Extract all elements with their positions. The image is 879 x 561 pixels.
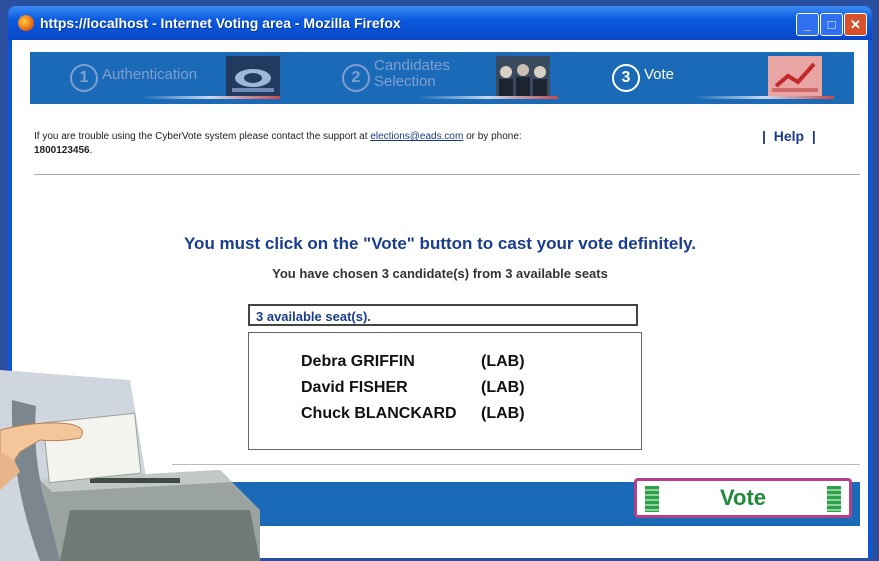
firefox-logo-icon — [18, 15, 34, 31]
help-separator: | — [762, 128, 766, 144]
vote-button[interactable]: Vote — [634, 478, 852, 518]
help-separator: | — [811, 128, 816, 144]
support-email-link[interactable]: elections@eads.com — [370, 131, 463, 142]
title-bar[interactable]: https://localhost - Internet Voting area… — [8, 6, 872, 40]
step-label: Candidates Selection — [374, 57, 450, 90]
help-menu: | Help | — [762, 128, 816, 144]
help-link[interactable]: Help — [774, 128, 804, 144]
vote-button-stripes-icon — [827, 486, 841, 512]
close-button[interactable]: ✕ — [844, 13, 867, 36]
step-label: Vote — [644, 66, 675, 83]
candidate-name: David FISHER — [301, 379, 408, 396]
authentication-thumbnail-icon — [226, 56, 280, 96]
seats-header: 3 available seat(s). — [248, 304, 638, 326]
candidate-party: (LAB) — [481, 405, 525, 422]
step-number: 1 — [70, 64, 98, 92]
window-title: https://localhost - Internet Voting area… — [40, 15, 401, 31]
selection-summary: You have chosen 3 candidate(s) from 3 av… — [272, 266, 608, 281]
ballot-box-illustration — [0, 370, 260, 561]
candidate-party: (LAB) — [481, 379, 525, 396]
minimize-button[interactable]: _ — [796, 13, 819, 36]
candidates-thumbnail-icon — [496, 56, 550, 96]
support-phone: 1800123456 — [34, 145, 90, 156]
step-number: 3 — [612, 64, 640, 92]
candidate-party: (LAB) — [481, 353, 525, 370]
step-progress-bar: 1 Authentication 2 Candidates Selection — [30, 52, 854, 104]
step-underline — [140, 96, 280, 99]
candidate-name: Chuck BLANCKARD — [301, 405, 457, 422]
step-underline — [694, 96, 834, 99]
step-number: 2 — [342, 64, 370, 92]
footer-divider — [172, 464, 860, 465]
step-underline — [418, 96, 558, 99]
candidate-list: Debra GRIFFIN (LAB) David FISHER (LAB) C… — [248, 332, 642, 450]
maximize-button[interactable]: □ — [820, 13, 843, 36]
support-message: If you are trouble using the CyberVote s… — [34, 131, 522, 156]
candidate-name: Debra GRIFFIN — [301, 353, 415, 370]
vote-thumbnail-icon — [768, 56, 822, 96]
header-divider — [34, 174, 860, 175]
vote-button-label: Vote — [719, 485, 767, 510]
step-label: Authentication — [102, 66, 198, 83]
vote-instruction: You must click on the "Vote" button to c… — [183, 234, 696, 253]
